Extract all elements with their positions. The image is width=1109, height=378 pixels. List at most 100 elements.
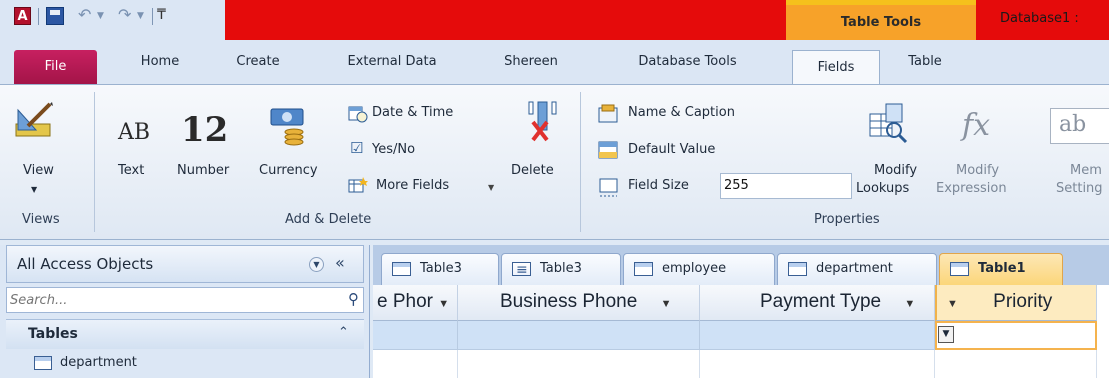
nav-search-input[interactable] [8,289,328,311]
yes-no-button[interactable]: Yes/No [372,142,415,157]
fx-icon[interactable]: fx [962,108,990,143]
default-value-icon[interactable] [598,140,620,160]
delete-button-label[interactable]: Delete [511,163,554,178]
currency-button-label[interactable]: Currency [259,163,318,178]
field-size-input[interactable]: 255 [720,173,852,199]
form-icon [512,256,531,284]
doc-tab-label: Table3 [540,261,582,276]
window-title: Database1 : [976,0,1109,40]
datasheet: e Phor ▼ Business Phone ▼ Payment Type ▼… [373,285,1109,378]
table-cell[interactable] [373,321,458,350]
group-separator [580,92,581,232]
doc-tab-label: department [816,261,893,276]
tab-database-tools[interactable]: Database Tools [605,50,770,74]
doc-tab-table3[interactable]: Table3 [381,253,499,285]
doc-tab-label: employee [662,261,727,276]
tab-table[interactable]: Table [890,50,960,74]
table-cell[interactable] [700,321,935,350]
table-cell-active[interactable]: ▼ [935,321,1097,350]
nav-pane-header[interactable]: All Access Objects ▼ « [6,245,364,283]
column-dropdown-icon[interactable]: ▼ [661,298,672,310]
nav-item-label: department [60,355,137,370]
column-header[interactable]: e Phor ▼ [373,285,458,321]
modify-lookups-label-2[interactable]: Lookups [856,181,909,196]
undo-icon[interactable]: ↶ [78,5,91,24]
more-fields-icon[interactable] [348,176,368,194]
more-fields-button[interactable]: More Fields [376,178,449,193]
doc-tab-employee[interactable]: employee [623,253,775,285]
tab-file[interactable]: File [14,50,97,84]
qat-separator [38,8,39,25]
column-dropdown-icon[interactable]: ▼ [947,298,958,310]
view-dropdown-icon[interactable]: ▼ [31,185,37,194]
shutter-bar-close-icon[interactable]: « [335,253,345,272]
view-icon[interactable] [14,100,54,138]
tab-external-data[interactable]: External Data [322,50,462,74]
doc-tab-label: Table1 [978,261,1026,276]
qat-separator [152,8,153,25]
redo-icon[interactable]: ↷ [118,5,131,24]
column-header[interactable]: Payment Type ▼ [700,285,935,321]
column-header[interactable]: Business Phone ▼ [458,285,700,321]
save-icon[interactable] [46,7,64,25]
access-app-icon[interactable]: A [14,7,31,25]
name-caption-icon[interactable] [598,104,620,124]
tab-create[interactable]: Create [215,50,301,74]
nav-item-department[interactable]: department [6,353,364,378]
number-field-icon[interactable]: 12 [181,110,228,150]
date-time-button[interactable]: Date & Time [372,105,453,120]
nav-menu-dropdown-icon[interactable]: ▼ [309,257,324,272]
memo-settings-label-2[interactable]: Setting [1056,181,1103,196]
delete-icon[interactable] [525,100,561,144]
date-time-icon[interactable] [348,105,368,123]
customize-qat-icon[interactable]: ₸ [157,7,166,23]
number-button-label[interactable]: Number [177,163,229,178]
document-tab-strip: Table3 Table3 employee department Table1 [373,245,1109,285]
doc-tab-table1[interactable]: Table1 [939,253,1063,285]
modify-expression-label-2[interactable]: Expression [936,181,1007,196]
checkbox-icon[interactable]: ☑ [350,139,363,157]
doc-tab-label: Table3 [420,261,462,276]
tab-shereen[interactable]: Shereen [488,50,574,74]
column-header-label: Priority [993,291,1053,312]
doc-tab-table3-form[interactable]: Table3 [501,253,621,285]
combo-dropdown-icon[interactable]: ▼ [938,326,954,343]
undo-dropdown-icon[interactable]: ▼ [97,11,104,21]
table-cell [935,350,1097,378]
modify-lookups-label[interactable]: Modify [874,163,917,178]
search-icon[interactable]: ⚲ [348,290,359,308]
view-button-label[interactable]: View [23,163,54,178]
collapse-section-icon[interactable]: ⌃ [338,325,349,340]
table-tools-context: Table Tools [786,0,976,40]
table-cell [373,350,458,378]
table-cell [458,350,700,378]
default-value-button[interactable]: Default Value [628,142,715,157]
column-dropdown-icon[interactable]: ▼ [438,298,449,310]
modify-expression-label[interactable]: Modify [956,163,999,178]
memo-settings-label[interactable]: Mem [1070,163,1102,178]
doc-tab-department[interactable]: department [777,253,937,285]
redo-dropdown-icon[interactable]: ▼ [137,11,144,21]
title-bar: A ↶ ▼ ↷ ▼ ₸ Table Tools Database1 : [0,0,1109,40]
text-button-label[interactable]: Text [118,163,144,178]
field-size-icon [599,178,618,197]
table-icon [634,262,653,276]
currency-icon[interactable] [268,106,306,146]
nav-section-tables[interactable]: Tables ⌃ [6,319,364,349]
tab-fields[interactable]: Fields [792,50,880,85]
group-label-views: Views [22,212,60,227]
memo-settings-icon[interactable]: ab [1050,108,1109,144]
column-dropdown-icon[interactable]: ▼ [904,298,915,310]
quick-access-toolbar: A ↶ ▼ ↷ ▼ ₸ [0,0,225,40]
modify-lookups-icon[interactable] [866,102,910,146]
table-icon [950,262,969,276]
text-field-icon[interactable]: AB [118,120,150,145]
name-caption-button[interactable]: Name & Caption [628,105,735,120]
nav-pane-title: All Access Objects [17,255,154,273]
ribbon-tab-row: File Home Create External Data Shereen D… [0,40,1109,85]
more-fields-dropdown-icon[interactable]: ▼ [488,183,494,192]
column-header-selected[interactable]: ▼ Priority [935,285,1097,321]
table-cell[interactable] [458,321,700,350]
tab-home[interactable]: Home [120,50,200,74]
title-band [225,0,786,40]
